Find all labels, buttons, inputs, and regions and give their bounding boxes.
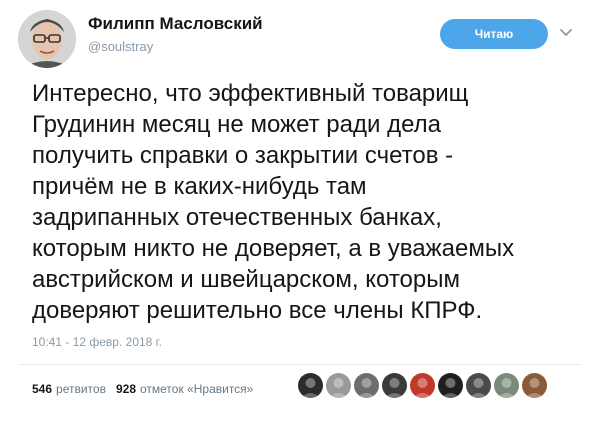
- liker-avatar-5[interactable]: [410, 373, 435, 398]
- tweet-text-line: задрипанных отечественных банках,: [32, 204, 442, 231]
- liker-avatar-4[interactable]: [382, 373, 407, 398]
- author-name[interactable]: Филипп Масловский: [88, 14, 263, 34]
- tweet-stats: 546 ретвитов 928 отметок «Нравится»: [32, 382, 253, 396]
- liker-avatars: [298, 373, 547, 398]
- liker-avatar-8[interactable]: [494, 373, 519, 398]
- liker-avatar-9[interactable]: [522, 373, 547, 398]
- likes-stat[interactable]: 928 отметок «Нравится»: [116, 382, 253, 396]
- retweets-count: 546: [32, 382, 53, 396]
- likes-count: 928: [115, 382, 136, 396]
- retweets-stat[interactable]: 546 ретвитов: [32, 382, 106, 396]
- tweet-text-line: австрийском и швейцарском, которым: [32, 266, 460, 293]
- liker-avatar-2[interactable]: [326, 373, 351, 398]
- following-button[interactable]: Читаю: [440, 19, 548, 49]
- liker-avatar-1[interactable]: [298, 373, 323, 398]
- following-button-label: Читаю: [474, 27, 514, 41]
- tweet-text-line: Грудинин месяц не может ради дела: [32, 111, 441, 138]
- tweet-text-line: получить справки о закрытии счетов -: [32, 142, 454, 169]
- liker-avatar-7[interactable]: [466, 373, 491, 398]
- author-avatar[interactable]: [18, 10, 76, 68]
- retweets-label: ретвитов: [56, 382, 106, 396]
- avatar-photo: [18, 10, 76, 68]
- likes-label: отметок «Нравится»: [140, 382, 254, 396]
- author-handle[interactable]: @soulstray: [88, 39, 153, 54]
- tweet-text-line: доверяют решительно все члены КПРФ.: [32, 297, 483, 324]
- tweet-text-line: причём не в каких-нибудь там: [32, 173, 367, 200]
- tweet-timestamp[interactable]: 10:41 - 12 февр. 2018 г.: [32, 335, 162, 349]
- tweet-text-line: Интересно, что эффективный товарищ: [32, 80, 469, 107]
- tweet-text-line: которым никто не доверяет, а в уважаемых: [32, 235, 515, 262]
- liker-avatar-3[interactable]: [354, 373, 379, 398]
- tweet-card: Филипп Масловский @soulstray Читаю Интер…: [0, 0, 600, 422]
- liker-avatar-6[interactable]: [438, 373, 463, 398]
- tweet-text: Интересно, что эффективный товарищ Груди…: [32, 78, 572, 326]
- chevron-down-icon[interactable]: [557, 24, 575, 42]
- stats-divider: [18, 364, 582, 365]
